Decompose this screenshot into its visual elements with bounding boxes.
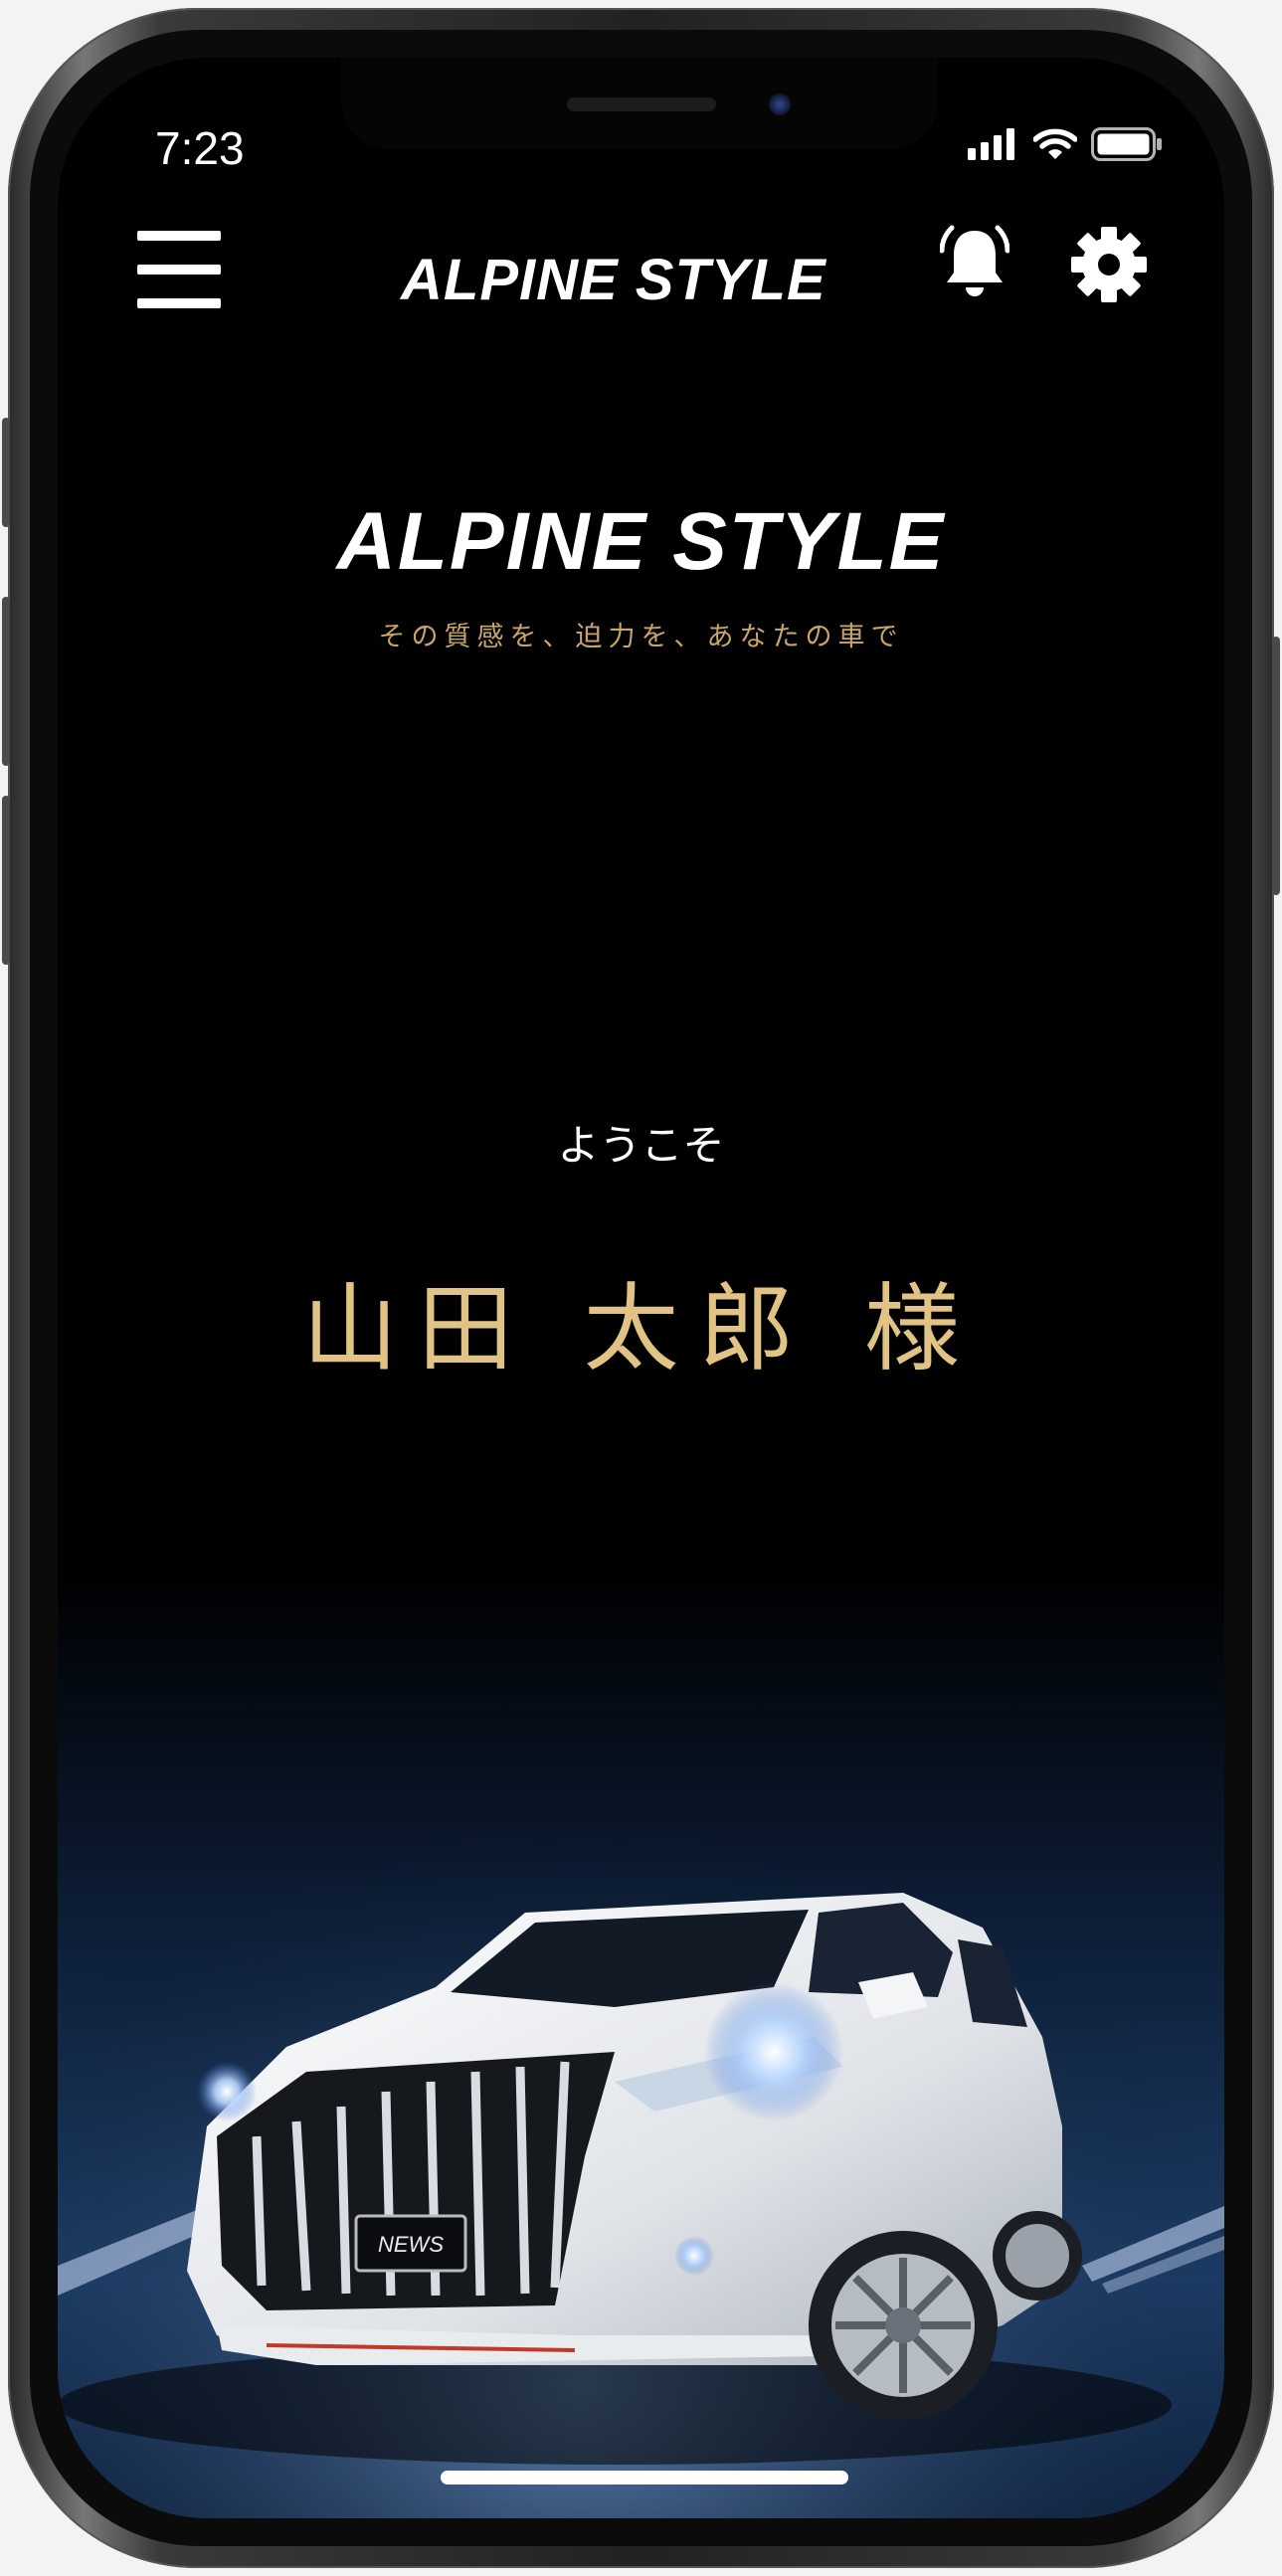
notch bbox=[341, 58, 938, 149]
vehicle-badge: NEWS bbox=[378, 2232, 444, 2257]
earpiece-speaker bbox=[567, 97, 716, 111]
home-indicator[interactable] bbox=[441, 2471, 848, 2484]
welcome-greeting: ようこそ bbox=[557, 1121, 725, 1170]
bell-icon[interactable] bbox=[940, 225, 1009, 304]
volume-down-button bbox=[2, 796, 10, 965]
cellular-signal-icon bbox=[968, 128, 1014, 160]
tagline: その質感を、迫力を、あなたの車で bbox=[378, 622, 904, 652]
battery-icon bbox=[1091, 127, 1162, 161]
front-camera bbox=[769, 93, 791, 115]
mute-switch bbox=[2, 418, 10, 527]
wifi-icon bbox=[1033, 128, 1077, 159]
hamburger-menu-icon[interactable] bbox=[137, 231, 221, 310]
header-logo: ALPINE STYLE bbox=[401, 248, 826, 312]
status-time: 7:23 bbox=[155, 122, 245, 174]
app-screen: 7:23 ALPINE STYLE ALPINE STYLE その質感を、迫力を… bbox=[58, 58, 1224, 2518]
app-header: ALPINE STYLE bbox=[58, 217, 1224, 346]
volume-up-button bbox=[2, 597, 10, 766]
hero-vehicle-image: NEWS bbox=[58, 1569, 1224, 2518]
power-button bbox=[1272, 637, 1280, 895]
status-icons bbox=[968, 127, 1163, 161]
user-name: 山田 太郎 様 bbox=[301, 1273, 981, 1384]
hero-logo: ALPINE STYLE bbox=[336, 496, 946, 587]
gear-icon[interactable] bbox=[1069, 225, 1149, 304]
